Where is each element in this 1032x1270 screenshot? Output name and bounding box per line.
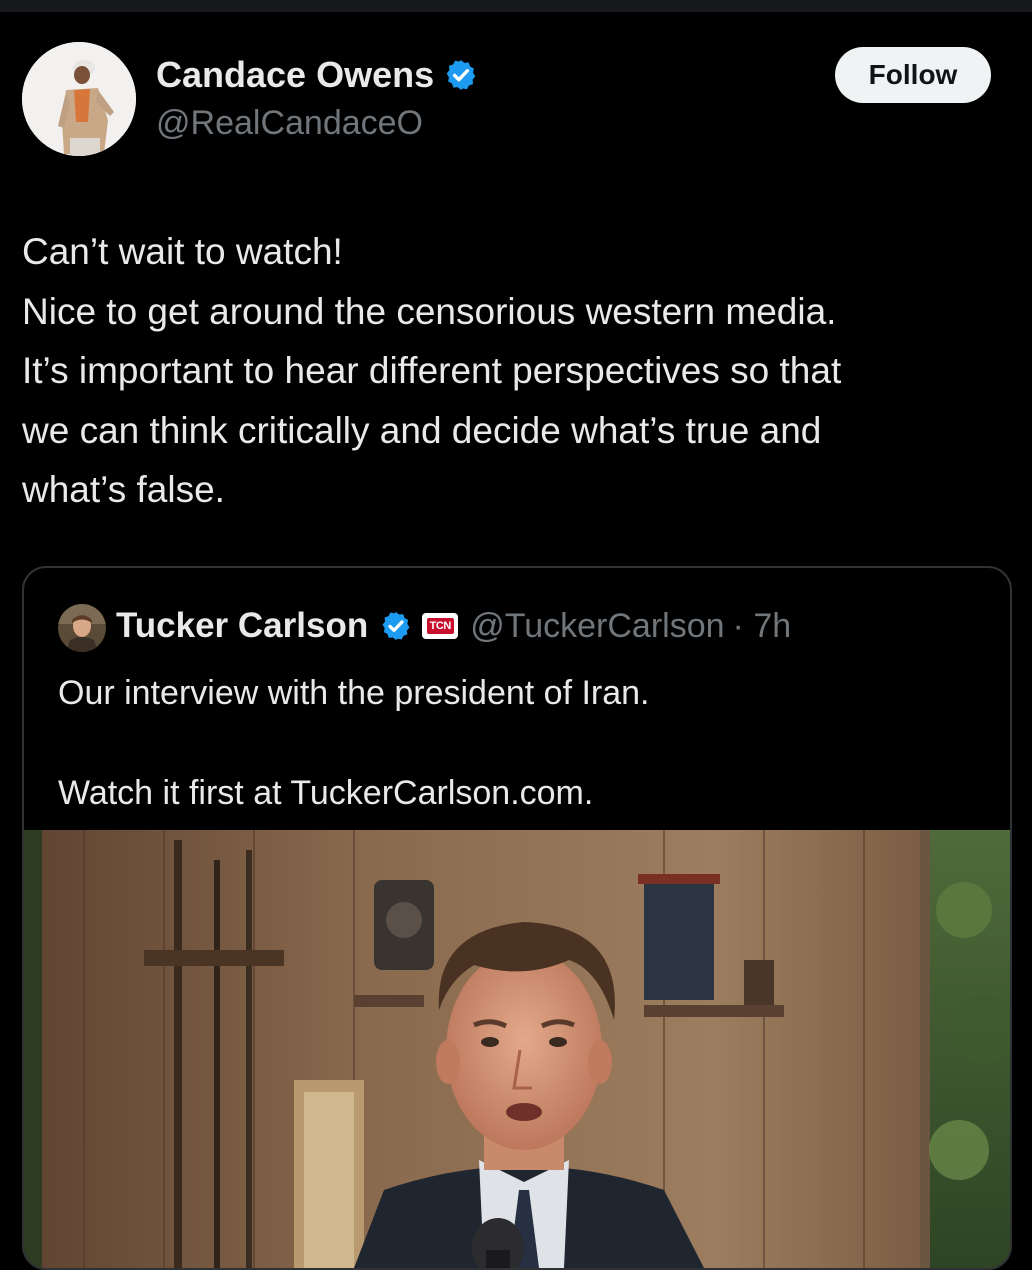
affiliate-badge-label: TCN — [426, 618, 454, 634]
quoted-author-handle[interactable]: @TuckerCarlson — [470, 607, 724, 646]
quoted-tweet-card[interactable]: Tucker Carlson TCN @TuckerCarlson · 7h O… — [22, 566, 1012, 1270]
tweet-text-line: Nice to get around the censorious wester… — [22, 290, 837, 332]
affiliate-badge-icon[interactable]: TCN — [422, 613, 459, 639]
tweet-text-line: Can’t wait to watch! — [22, 231, 343, 272]
tweet-text-line: we can think critically and decide what’… — [22, 409, 822, 451]
quoted-author-avatar[interactable] — [58, 604, 106, 652]
quoted-text-line: Our interview with the president of Iran… — [58, 674, 650, 712]
follow-button[interactable]: Follow — [835, 47, 991, 103]
tweet-text-line: It’s important to hear different perspec… — [22, 350, 842, 391]
status-bar-strip — [0, 0, 1032, 12]
author-name-row[interactable]: Candace Owens — [156, 54, 478, 96]
quoted-text-line: Watch it first at TuckerCarlson.com. — [58, 774, 594, 812]
video-still-image — [24, 830, 1010, 1268]
tweet-text-line: what’s false. — [22, 469, 225, 510]
video-thumbnail[interactable] — [24, 830, 1010, 1268]
author-avatar[interactable] — [22, 42, 136, 156]
author-name[interactable]: Candace Owens — [156, 54, 434, 96]
quoted-author-name[interactable]: Tucker Carlson — [116, 606, 368, 646]
verified-badge-icon — [446, 60, 476, 90]
tweet-text: Can’t wait to watch! Nice to get around … — [22, 222, 1012, 520]
quoted-timestamp[interactable]: · 7h — [733, 607, 792, 646]
quoted-tweet-text: Our interview with the president of Iran… — [58, 668, 988, 818]
quoted-avatar-image — [58, 604, 106, 652]
author-handle[interactable]: @RealCandaceO — [156, 104, 423, 143]
quoted-header: Tucker Carlson TCN @TuckerCarlson · 7h — [116, 606, 791, 646]
avatar-image — [22, 42, 136, 156]
verified-badge-icon — [382, 612, 410, 640]
